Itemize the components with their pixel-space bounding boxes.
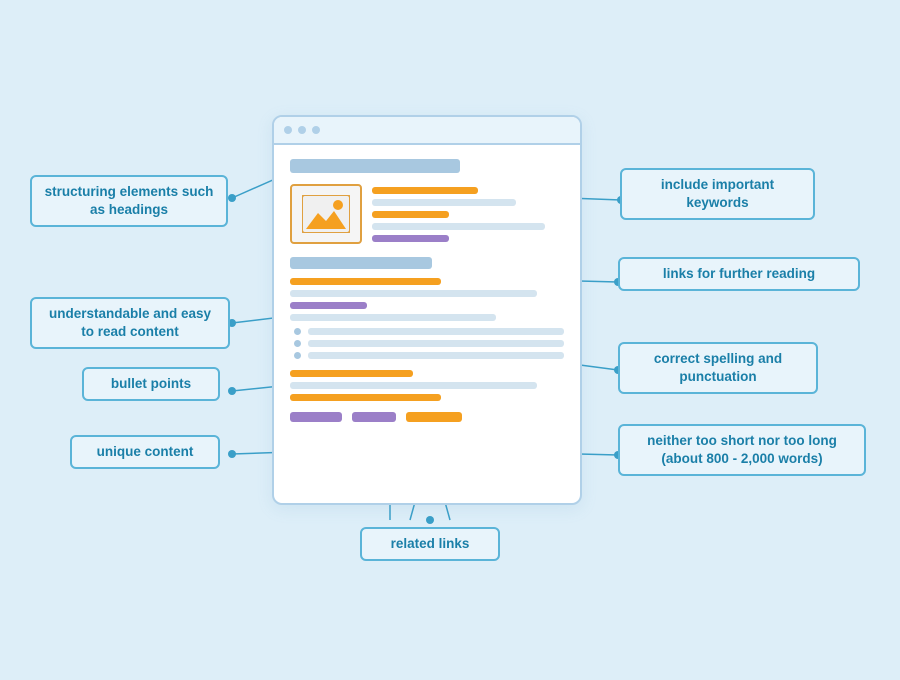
bullet-row-3: [290, 352, 564, 359]
bullet-line-2: [308, 340, 564, 347]
browser-content: [274, 145, 580, 432]
line-orange-1: [372, 187, 478, 194]
bullet-line-3: [308, 352, 564, 359]
line-gray-4: [290, 314, 496, 321]
label-correct-spelling: correct spelling and punctuation: [618, 342, 818, 394]
image-icon: [302, 195, 350, 233]
line-orange-5: [290, 394, 441, 401]
link-bar-purple-2: [352, 412, 396, 422]
link-bar-purple-1: [290, 412, 342, 422]
browser-bar: [274, 117, 580, 145]
bullet-dot-3: [294, 352, 301, 359]
line-orange-2: [372, 211, 449, 218]
line-purple-1: [372, 235, 449, 242]
bottom-links: [290, 412, 564, 422]
line-orange-4: [290, 370, 413, 377]
bullet-dot-1: [294, 328, 301, 335]
label-unique-content: unique content: [70, 435, 220, 469]
label-links-further: links for further reading: [618, 257, 860, 291]
label-understandable: understandable and easy to read content: [30, 297, 230, 349]
browser-dot-3: [312, 126, 320, 134]
line-orange-3: [290, 278, 441, 285]
text-lines-mid: [290, 278, 564, 321]
bullet-line-1: [308, 328, 564, 335]
label-include-keywords: include important keywords: [620, 168, 815, 220]
page-title-bar: [290, 159, 460, 173]
browser-dot-1: [284, 126, 292, 134]
line-gray-5: [290, 382, 537, 389]
bullet-row-1: [290, 328, 564, 335]
browser-dot-2: [298, 126, 306, 134]
line-gray-1: [372, 199, 516, 206]
bullet-dot-2: [294, 340, 301, 347]
text-lines-top: [372, 184, 564, 244]
browser-mockup: [272, 115, 582, 505]
bullet-section: [290, 328, 564, 359]
label-related-links: related links: [360, 527, 500, 561]
link-bar-orange: [406, 412, 462, 422]
label-structuring-elements: structuring elements such as headings: [30, 175, 228, 227]
line-gray-2: [372, 223, 545, 230]
label-bullet-points: bullet points: [82, 367, 220, 401]
text-lines-lower: [290, 370, 564, 401]
line-gray-3: [290, 290, 537, 297]
subheading-bar: [290, 257, 432, 269]
content-row-with-image: [290, 184, 564, 244]
bullet-row-2: [290, 340, 564, 347]
image-placeholder: [290, 184, 362, 244]
label-neither-too-short: neither too short nor too long (about 80…: [618, 424, 866, 476]
line-purple-2: [290, 302, 367, 309]
